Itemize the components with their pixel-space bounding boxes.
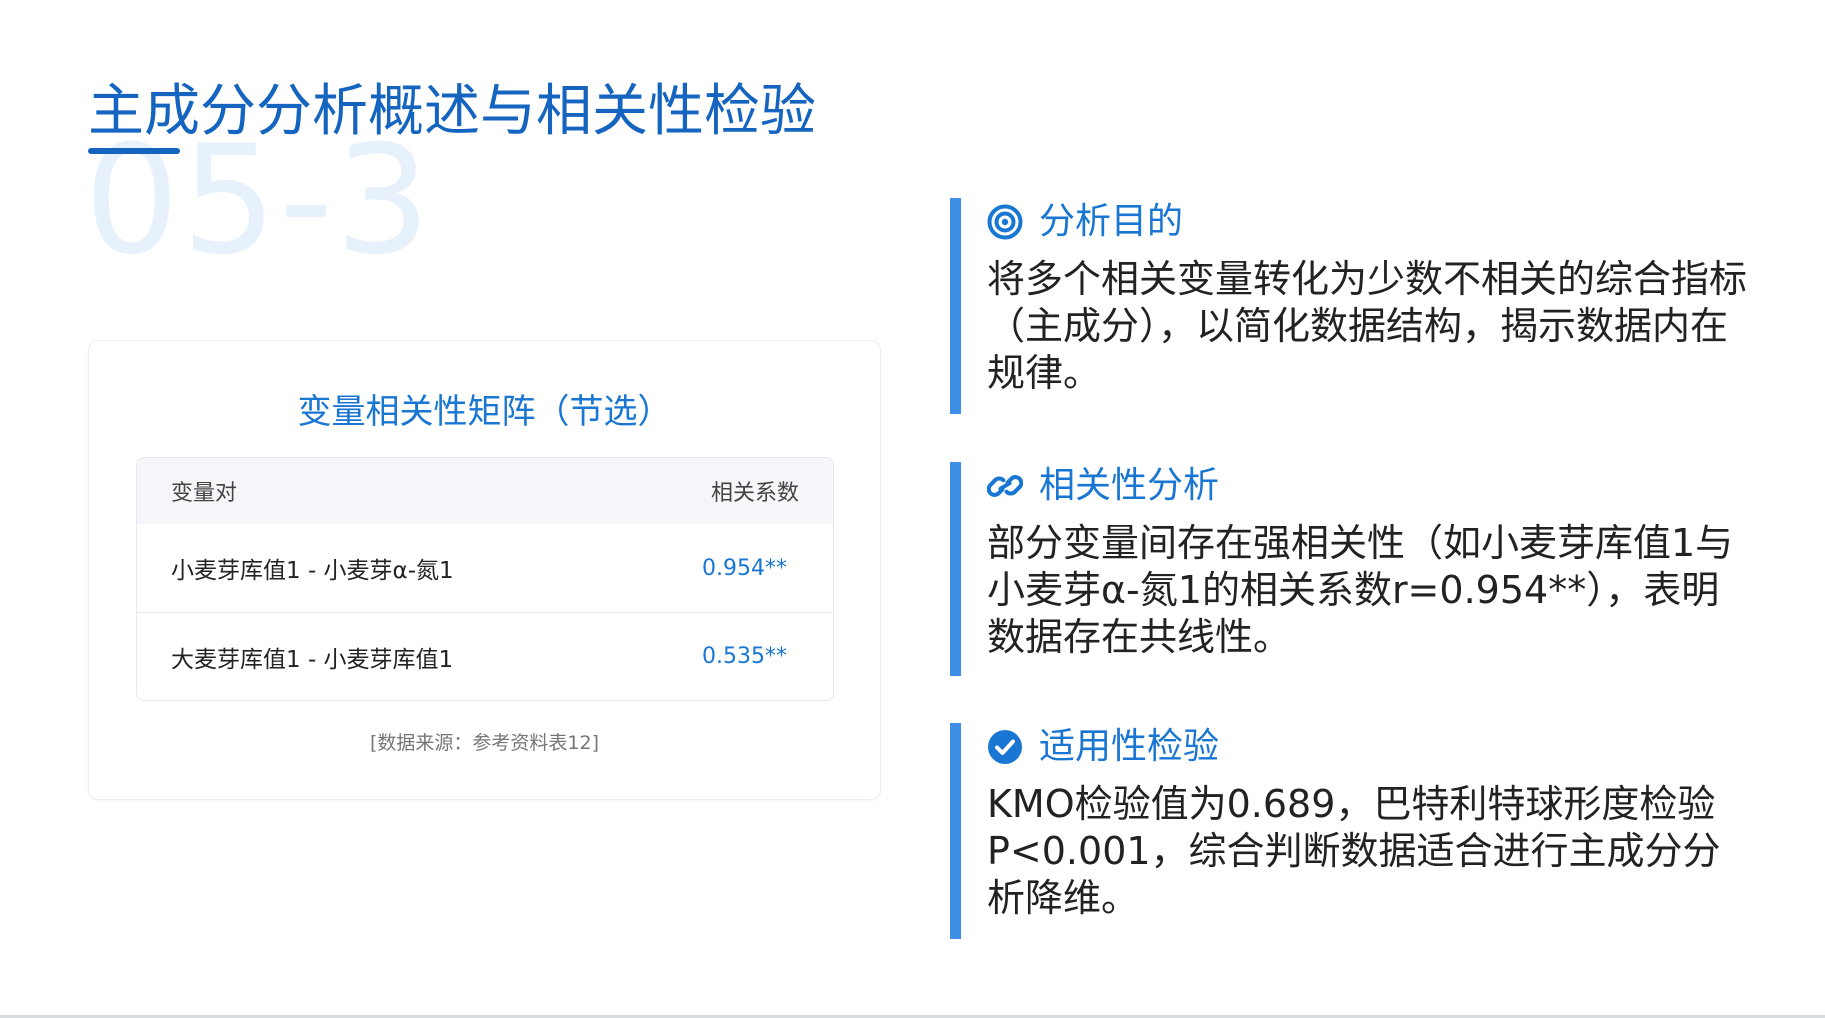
check-circle-icon	[987, 729, 1023, 765]
table-header: 变量对 相关系数	[137, 458, 833, 524]
section-body: 部分变量间存在强相关性（如小麦芽库值1与小麦芽α-氮1的相关系数r=0.954*…	[987, 521, 1734, 659]
section-header: 分析目的	[987, 198, 1750, 246]
row-value: 0.954**	[702, 555, 787, 581]
section-purpose: 分析目的 将多个相关变量转化为少数不相关的综合指标（主成分），以简化数据结构，揭…	[950, 198, 1750, 414]
row-pair: 小麦芽库值1 - 小麦芽α-氮1	[171, 558, 454, 584]
section-correlation: 相关性分析 部分变量间存在强相关性（如小麦芽库值1与小麦芽α-氮1的相关系数r=…	[950, 462, 1750, 676]
section-suitability: 适用性检验 KMO检验值为0.689，巴特利特球形度检验P<0.001，综合判断…	[950, 723, 1750, 939]
section-header: 适用性检验	[987, 723, 1750, 771]
card-title: 变量相关性矩阵（节选）	[297, 392, 672, 432]
section-body: 将多个相关变量转化为少数不相关的综合指标（主成分），以简化数据结构，揭示数据内在…	[987, 257, 1748, 395]
slide: 05-3 主成分分析概述与相关性检验 变量相关性矩阵（节选） 变量对 相关系数 …	[0, 0, 1825, 1018]
column-header-coefficient: 相关系数	[710, 481, 799, 506]
target-icon	[987, 204, 1023, 240]
section-title: 分析目的	[1039, 201, 1184, 242]
table-row: 大麦芽库值1 - 小麦芽库值1 0.535**	[137, 612, 833, 700]
page-title: 主成分分析概述与相关性检验	[88, 79, 816, 144]
data-source-note: [数据来源：参考资料表12]	[369, 732, 599, 754]
section-title: 相关性分析	[1039, 465, 1220, 506]
section-body: KMO检验值为0.689，巴特利特球形度检验P<0.001，综合判断数据适合进行…	[987, 782, 1721, 920]
link-icon	[987, 468, 1023, 504]
title-underline	[88, 148, 180, 154]
correlation-table: 变量对 相关系数 小麦芽库值1 - 小麦芽α-氮1 0.954** 大麦芽库值1…	[136, 457, 834, 701]
section-title: 适用性检验	[1039, 726, 1220, 767]
table-row: 小麦芽库值1 - 小麦芽α-氮1 0.954**	[137, 524, 833, 612]
row-value: 0.535**	[702, 644, 787, 669]
correlation-card: 变量相关性矩阵（节选） 变量对 相关系数 小麦芽库值1 - 小麦芽α-氮1 0.…	[88, 340, 881, 800]
column-header-pair: 变量对	[171, 481, 238, 506]
section-header: 相关性分析	[987, 462, 1750, 510]
row-pair: 大麦芽库值1 - 小麦芽库值1	[171, 646, 454, 673]
